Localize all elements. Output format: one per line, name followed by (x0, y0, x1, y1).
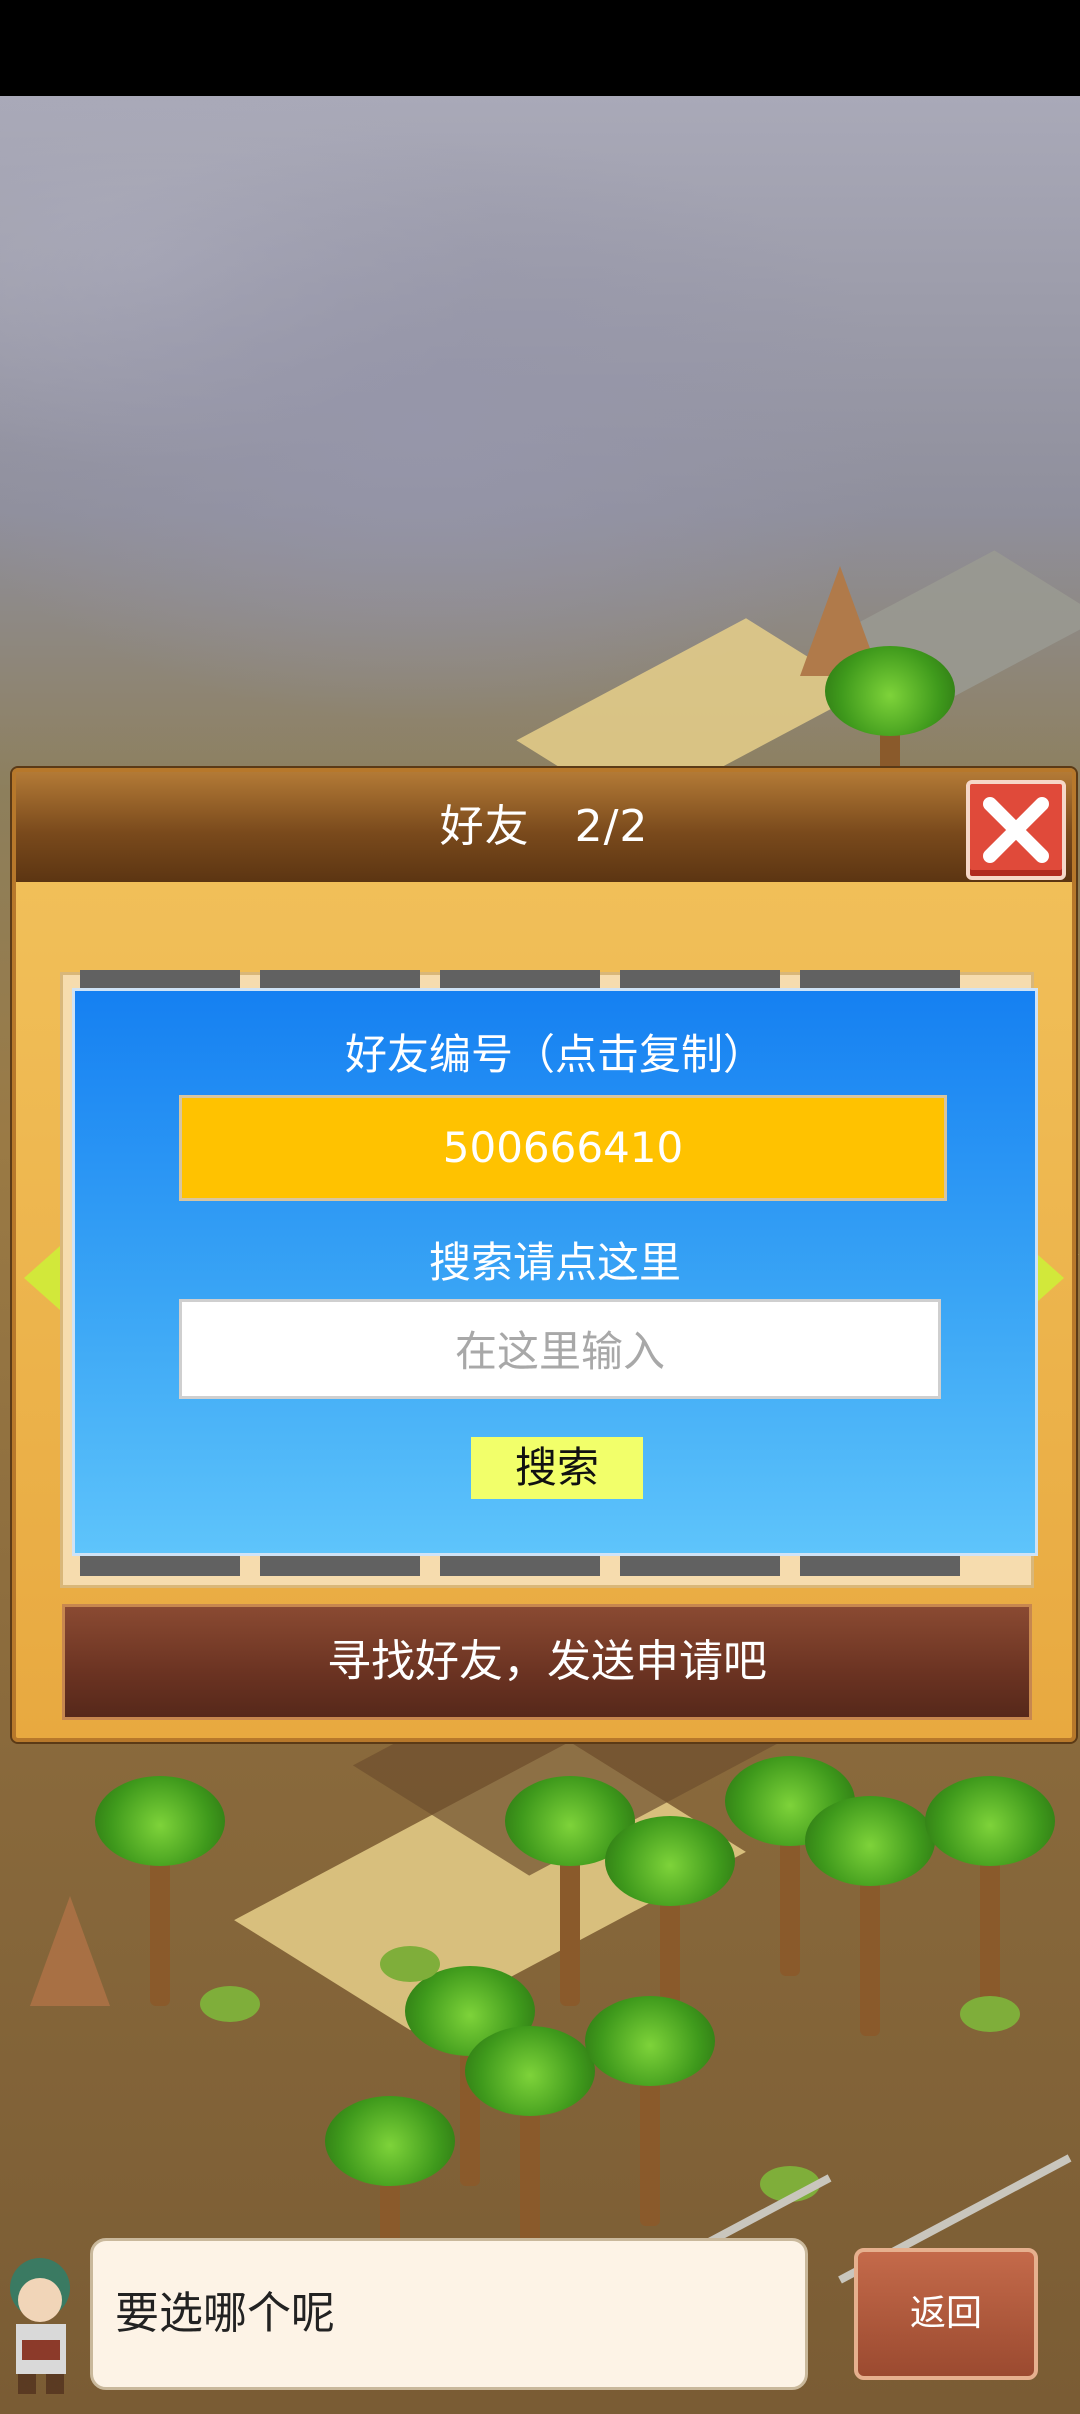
search-button[interactable]: 搜索 (471, 1437, 643, 1499)
friend-code-label: 好友编号（点击复制） (344, 1030, 765, 1079)
friend-search-panel: 好友编号（点击复制） 500666410 搜索请点这里 在这里输入 搜索 (72, 988, 1038, 1556)
friends-dialog: 好友 2/2 好友编号（点击复制） 500666410 搜索请点这里 在这里输入… (12, 768, 1076, 1742)
close-icon (983, 797, 1049, 863)
back-button[interactable]: 返回 (854, 2248, 1038, 2380)
message-bubble: 要选哪个呢 (90, 2238, 808, 2390)
slot-indicator-top (60, 970, 1028, 990)
message-text: 要选哪个呢 (115, 2288, 335, 2339)
avatar (0, 2228, 86, 2398)
status-bar (0, 0, 1080, 96)
search-input[interactable]: 在这里输入 (179, 1299, 941, 1399)
slot-indicator-bottom (60, 1556, 1028, 1576)
hint-banner: 寻找好友，发送申请吧 (62, 1604, 1032, 1720)
friend-code-copy-button[interactable]: 500666410 (179, 1095, 947, 1201)
search-label: 搜索请点这里 (428, 1238, 681, 1287)
arrow-left-icon[interactable] (24, 1246, 60, 1310)
dialog-title: 好友 2/2 (439, 801, 649, 852)
close-button[interactable] (966, 780, 1066, 880)
